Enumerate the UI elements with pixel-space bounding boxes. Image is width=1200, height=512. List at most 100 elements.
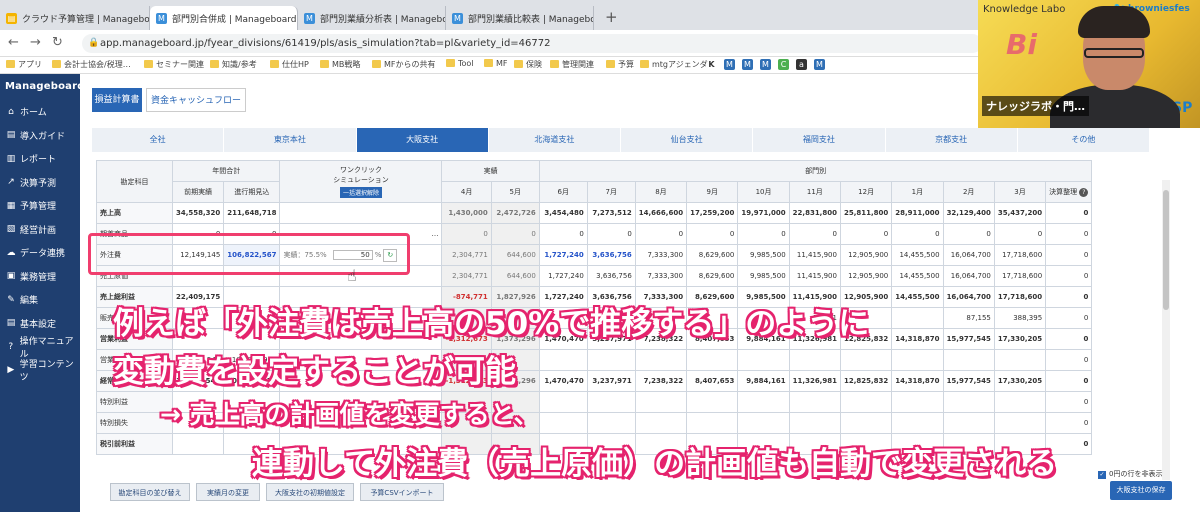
tab-division-active[interactable]: 大阪支社 <box>356 128 489 152</box>
sidebar-item-settings[interactable]: ▤ 基本設定 <box>0 312 80 336</box>
month-value[interactable] <box>737 349 790 371</box>
month-value[interactable]: 25,811,800 <box>839 202 893 224</box>
sidebar-item-home[interactable]: ⌂ ホーム <box>0 100 80 124</box>
sidebar-item-budget[interactable]: ▦ 予算管理 <box>0 194 80 218</box>
bookmark-folder[interactable]: 会計士協会/税理… <box>52 59 131 70</box>
month-value[interactable] <box>634 412 688 434</box>
sidebar-item-edit[interactable]: ✎ 編集 <box>0 288 80 312</box>
sidebar-item-learning[interactable]: ▶ 学習コンテンツ <box>0 359 80 383</box>
month-value[interactable] <box>839 349 893 371</box>
month-value[interactable]: 16,064,700 <box>942 244 995 266</box>
tab-division[interactable]: 仙台支社 <box>621 128 754 152</box>
month-value[interactable]: 3,454,480 <box>538 202 588 224</box>
month-value[interactable]: 8,629,600 <box>686 244 739 266</box>
bookmark-folder[interactable]: 保険 <box>514 59 542 70</box>
help-icon[interactable]: ? <box>1079 188 1089 197</box>
month-value[interactable]: 11,415,900 <box>788 265 841 287</box>
month-value[interactable]: 87,155 <box>942 307 995 329</box>
bookmark-folder[interactable]: 管理関連 <box>550 59 594 70</box>
change-actual-month-button[interactable]: 実績月の変更 <box>196 483 260 501</box>
month-value[interactable]: 12,905,900 <box>839 244 893 266</box>
month-value[interactable]: 1,727,240 <box>538 244 588 266</box>
month-value[interactable] <box>686 412 739 434</box>
month-value[interactable]: 32,129,400 <box>942 202 995 224</box>
month-value[interactable] <box>891 349 944 371</box>
month-value[interactable]: 0 <box>634 223 688 245</box>
month-value[interactable]: 14,455,500 <box>891 286 944 308</box>
month-value[interactable]: 16,064,700 <box>942 286 995 308</box>
month-value[interactable]: 15,977,545 <box>942 370 995 392</box>
month-value[interactable]: 28,911,000 <box>891 202 944 224</box>
month-value[interactable] <box>993 391 1047 413</box>
save-button[interactable]: 大阪支社の保存 <box>1110 481 1172 500</box>
month-value[interactable]: 17,330,205 <box>993 328 1047 350</box>
sidebar-item-plan[interactable]: ▧ 経営計画 <box>0 218 80 242</box>
month-value[interactable]: 15,977,545 <box>942 328 995 350</box>
month-value[interactable]: 7,273,512 <box>586 202 636 224</box>
month-value[interactable] <box>686 391 739 413</box>
month-value[interactable]: 0 <box>891 223 944 245</box>
month-value[interactable]: 14,318,870 <box>891 328 944 350</box>
month-value[interactable] <box>891 391 944 413</box>
month-value[interactable]: 3,636,756 <box>586 244 636 266</box>
month-value[interactable]: 17,330,205 <box>993 370 1047 392</box>
bookmark-a-icon[interactable]: a <box>796 59 807 70</box>
tab-division[interactable]: 福岡支社 <box>753 128 886 152</box>
month-value[interactable]: 14,455,500 <box>891 244 944 266</box>
tab-cashflow[interactable]: 資金キャッシュフロー <box>146 88 246 112</box>
month-value[interactable]: 0 <box>586 223 636 245</box>
tab-division[interactable]: 北海道支社 <box>488 128 621 152</box>
month-value[interactable] <box>788 349 841 371</box>
month-value[interactable] <box>993 349 1047 371</box>
month-value[interactable]: 8,407,653 <box>686 370 739 392</box>
month-value[interactable]: 14,318,870 <box>891 370 944 392</box>
initial-value-button[interactable]: 大阪支社の初期値設定 <box>266 483 354 501</box>
sidebar-item-business[interactable]: ▣ 業務管理 <box>0 265 80 289</box>
month-value[interactable]: 22,831,800 <box>788 202 841 224</box>
month-value[interactable]: 8,629,600 <box>686 265 739 287</box>
bookmark-m-icon[interactable]: M <box>742 59 753 70</box>
month-value[interactable]: 17,718,600 <box>993 244 1047 266</box>
new-tab-button[interactable]: + <box>605 8 618 26</box>
bookmark-folder[interactable]: MB戦略 <box>320 59 360 70</box>
tab-pl[interactable]: 損益計算書 <box>92 88 142 112</box>
tab-division[interactable]: その他 <box>1017 128 1150 152</box>
sidebar-item-report[interactable]: ▥ レポート <box>0 147 80 171</box>
bulk-deselect-button[interactable]: 一括選択解除 <box>339 187 382 198</box>
hide-zero-rows-checkbox[interactable]: ✓ 0円の行を非表示 <box>1098 469 1162 479</box>
month-value[interactable]: 7,238,322 <box>634 370 688 392</box>
tab-division[interactable]: 全社 <box>92 128 225 152</box>
month-value[interactable] <box>634 349 688 371</box>
sidebar-item-data[interactable]: ☁ データ連携 <box>0 241 80 265</box>
month-value[interactable]: 35,437,200 <box>993 202 1047 224</box>
month-value[interactable]: 0 <box>942 223 995 245</box>
sidebar-item-manual[interactable]: ? 操作マニュアル <box>0 335 80 360</box>
tab-division[interactable]: 京都支社 <box>885 128 1018 152</box>
csv-import-button[interactable]: 予算CSVインポート <box>360 483 444 501</box>
month-value[interactable] <box>737 412 790 434</box>
app-logo[interactable]: Manageboard <box>0 74 84 100</box>
sort-accounts-button[interactable]: 勘定科目の並び替え <box>110 483 190 501</box>
month-value[interactable] <box>586 349 636 371</box>
month-value[interactable]: 12,905,900 <box>839 265 893 287</box>
bookmark-folder[interactable]: mtgアジェンダ <box>640 59 708 70</box>
month-value[interactable]: 7,333,300 <box>634 244 688 266</box>
month-value[interactable]: 9,985,500 <box>737 265 790 287</box>
month-value[interactable]: 3,636,756 <box>586 265 636 287</box>
bookmark-m-icon[interactable]: M <box>814 59 825 70</box>
month-value[interactable]: 9,884,161 <box>737 370 790 392</box>
bookmark-folder[interactable]: Tool <box>446 59 474 68</box>
month-value[interactable] <box>942 412 995 434</box>
bookmark-k-icon[interactable]: K <box>706 59 717 70</box>
month-value[interactable]: 9,985,500 <box>737 244 790 266</box>
month-value[interactable]: 0 <box>788 223 841 245</box>
month-value[interactable] <box>538 391 588 413</box>
month-value[interactable] <box>942 391 995 413</box>
month-value[interactable]: 0 <box>737 223 790 245</box>
back-icon[interactable]: ← <box>8 35 19 50</box>
reload-icon[interactable]: ↻ <box>52 35 63 50</box>
month-value[interactable]: 1,727,240 <box>538 265 588 287</box>
month-value[interactable] <box>634 391 688 413</box>
sidebar-item-guide[interactable]: ▤ 導入ガイド <box>0 124 80 148</box>
month-value[interactable]: 17,259,200 <box>686 202 739 224</box>
